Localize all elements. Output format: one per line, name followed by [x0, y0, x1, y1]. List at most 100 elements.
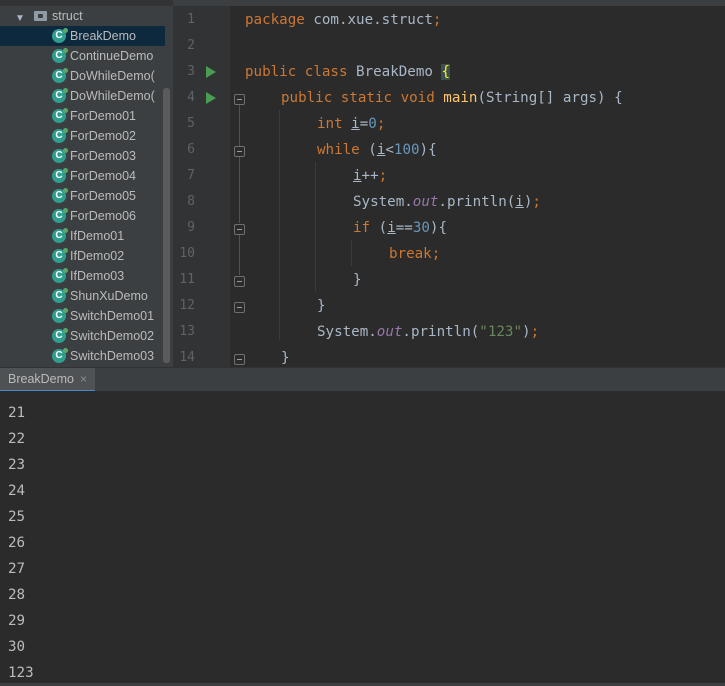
code-editor[interactable]: 1 2 3 4 5 6 7 8 9 10 11 12 13 14 package com.xue.stru… [173, 0, 725, 367]
operator: = [359, 116, 369, 132]
run-tab-bar: BreakDemo × [0, 367, 725, 392]
project-scrollbar[interactable] [163, 88, 170, 363]
run-class-icon[interactable] [206, 66, 216, 78]
fold-icon[interactable] [234, 224, 245, 235]
tree-item-class[interactable]: C ContinueDemo [0, 46, 165, 66]
line-number: 7 [187, 168, 195, 183]
tree-item-label: IfDemo02 [70, 249, 125, 263]
tree-item-class[interactable]: C BreakDemo [0, 26, 165, 46]
folder-label: struct [52, 9, 83, 23]
console-line: 27 [8, 561, 26, 577]
line-number: 6 [187, 142, 195, 157]
code-line-10: break; [389, 241, 440, 267]
tree-item-label: ContinueDemo [70, 49, 154, 63]
run-main-icon[interactable] [206, 92, 216, 104]
line-number: 2 [187, 38, 195, 53]
tree-item-class[interactable]: C IfDemo03 [0, 266, 165, 286]
code-line-1: package com.xue.struct; [245, 7, 441, 33]
package-name: com.xue.struct [304, 12, 433, 28]
method-params: (String[] args) { [477, 90, 623, 106]
tree-item-class[interactable]: C IfDemo01 [0, 226, 165, 246]
method-call: .println( [438, 194, 516, 210]
code-line-6: while (i<100){ [317, 137, 437, 163]
java-class-icon: C [52, 68, 68, 83]
fold-icon[interactable] [234, 94, 245, 105]
tab-label: BreakDemo [8, 372, 74, 386]
tree-item-class[interactable]: C ForDemo05 [0, 186, 165, 206]
tree-item-label: ForDemo05 [70, 189, 136, 203]
close-icon[interactable]: × [80, 372, 87, 386]
line-number: 4 [187, 90, 195, 105]
tree-item-class[interactable]: C SwitchDemo03 [0, 346, 165, 366]
fold-icon[interactable] [234, 302, 245, 313]
tree-item-class[interactable]: C IfDemo02 [0, 246, 165, 266]
tree-item-label: DoWhileDemo( [70, 89, 155, 103]
tree-folder-struct[interactable]: ▼ struct [0, 6, 165, 26]
keyword: while [317, 142, 360, 158]
line-number: 3 [187, 64, 195, 79]
code-line-13: System.out.println("123"); [317, 319, 539, 345]
number-literal: 30 [412, 220, 430, 236]
code-line-8: System.out.println(i); [353, 189, 541, 215]
indent-guide [315, 162, 316, 292]
variable: i [515, 194, 524, 210]
class-ref: System. [353, 194, 413, 210]
tree-item-label: ForDemo06 [70, 209, 136, 223]
code-line-14: } [281, 350, 290, 366]
keyword: package [245, 12, 305, 28]
tree-item-class[interactable]: C SwitchDemo02 [0, 326, 165, 346]
tab-run-breakdemo[interactable]: BreakDemo × [0, 368, 96, 392]
java-class-icon: C [52, 168, 68, 183]
line-number: 9 [187, 220, 195, 235]
tree-item-class[interactable]: C ForDemo06 [0, 206, 165, 226]
operator: ++ [361, 168, 379, 184]
paren: ) [522, 324, 531, 340]
tree-item-label: IfDemo01 [70, 229, 125, 243]
tree-item-class[interactable]: C DoWhileDemo( [0, 86, 165, 106]
console-line: 26 [8, 535, 26, 551]
semicolon: ; [530, 324, 540, 340]
code-line-9: if (i==30){ [353, 215, 447, 241]
line-number: 8 [187, 194, 195, 209]
fold-icon[interactable] [234, 276, 245, 287]
line-number: 14 [179, 350, 195, 365]
tree-item-class[interactable]: C SwitchDemo01 [0, 306, 165, 326]
tree-item-class[interactable]: C ForDemo02 [0, 126, 165, 146]
tree-item-label: DoWhileDemo( [70, 69, 155, 83]
line-number: 13 [179, 324, 195, 339]
java-class-icon: C [52, 48, 68, 63]
tree-item-class[interactable]: C DoWhileDemo( [0, 66, 165, 86]
variable: i [353, 168, 362, 184]
tree-item-label: SwitchDemo03 [70, 349, 155, 363]
keyword: int [317, 116, 343, 132]
code-line-4: public static void main(String[] args) { [281, 85, 623, 111]
java-class-icon: C [52, 28, 68, 43]
tree-item-class[interactable]: C ForDemo03 [0, 146, 165, 166]
fold-icon[interactable] [234, 354, 245, 365]
class-name: BreakDemo [347, 64, 442, 80]
tree-item-class[interactable]: C ForDemo04 [0, 166, 165, 186]
fold-line [239, 157, 240, 223]
tree-item-label: ShunXuDemo [70, 289, 148, 303]
tree-item-label: ForDemo04 [70, 169, 136, 183]
code-line-11: } [353, 272, 362, 288]
run-console[interactable]: 2021222324252627282930123 [0, 391, 725, 686]
variable: i [387, 220, 396, 236]
console-line: 30 [8, 639, 26, 655]
keyword: public class [245, 64, 348, 80]
number-literal: 0 [368, 116, 377, 132]
tree-item-label: SwitchDemo01 [70, 309, 155, 323]
tree-item-class[interactable]: C ShunXuDemo [0, 286, 165, 306]
semicolon: ; [376, 116, 386, 132]
matched-brace: { [441, 64, 451, 80]
tree-item-class[interactable]: C ForDemo01 [0, 106, 165, 126]
console-line: 24 [8, 483, 26, 499]
console-line: 28 [8, 587, 26, 603]
operator: < [385, 142, 394, 158]
java-class-icon: C [52, 108, 68, 123]
line-number: 10 [179, 246, 195, 261]
console-line: 21 [8, 405, 26, 421]
paren: ){ [419, 142, 437, 158]
operator: == [395, 220, 413, 236]
fold-icon[interactable] [234, 146, 245, 157]
